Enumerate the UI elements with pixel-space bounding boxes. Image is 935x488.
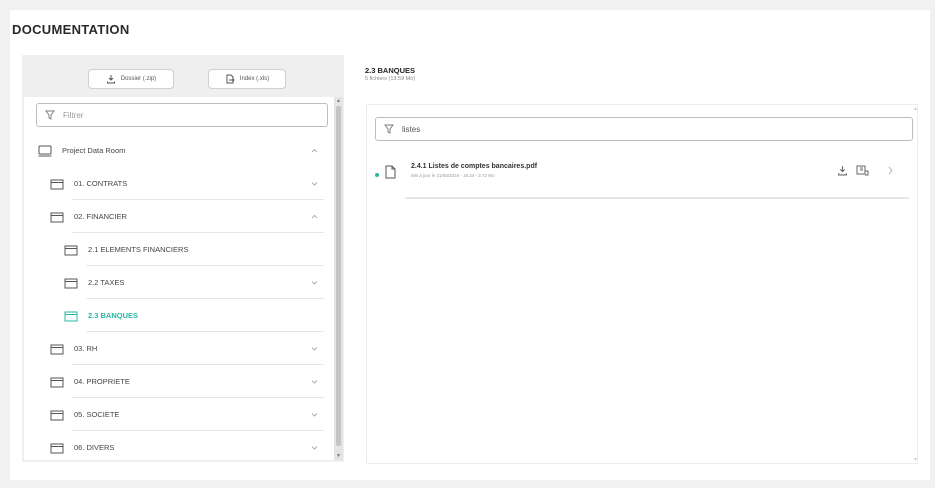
file-panel: listes 2.4.1 Listes de comptes bancaires… — [366, 104, 918, 464]
tree-item-label: 05. SOCIETE — [74, 410, 120, 419]
file-filter-value: listes — [402, 124, 421, 134]
folder-icon — [50, 443, 64, 453]
chevron-down-icon[interactable] — [311, 345, 318, 352]
folder-tree: Filtrer Project Data Room 01. CONTRATS 02… — [24, 97, 334, 460]
section-subtitle: 5 fichiers (13.59 Mo) — [365, 76, 416, 82]
tree-scrollbar[interactable]: ▲ ▼ — [334, 97, 343, 460]
tree-item[interactable]: 2.3 BANQUES — [64, 299, 324, 332]
left-panel: Dossier (.zip) Index (.xls) Filtrer Proj… — [22, 55, 344, 462]
tree-item[interactable]: 2.1 ELEMENTS FINANCIERS — [64, 233, 324, 266]
folder-icon — [64, 245, 78, 255]
tree-item[interactable]: 04. PROPRIETE — [50, 365, 324, 398]
file-name: 2.4.1 Listes de comptes bancaires.pdf — [411, 163, 538, 170]
file-row-divider — [405, 197, 909, 199]
folder-icon — [50, 377, 64, 387]
chevron-right-icon[interactable] — [887, 165, 894, 176]
tree-item-label: 2.3 BANQUES — [88, 311, 139, 320]
chevron-up-icon — [311, 148, 318, 153]
folder-icon — [50, 212, 64, 222]
tree-item-label: 06. DIVERS — [74, 443, 115, 452]
folder-icon — [50, 179, 64, 189]
folder-icon — [64, 278, 78, 288]
data-room-icon — [38, 145, 52, 156]
page-title: DOCUMENTATION — [12, 22, 130, 37]
folder-icon — [50, 344, 64, 354]
tree-filter-placeholder: Filtrer — [63, 110, 84, 120]
tree-filter-input[interactable]: Filtrer — [36, 103, 328, 127]
tree-item[interactable]: 02. FINANCIER — [50, 200, 324, 233]
download-index-label: Index (.xls) — [239, 76, 270, 82]
tree-item[interactable]: 06. DIVERS — [50, 431, 324, 460]
file-panel-scrollbar[interactable] — [913, 104, 918, 464]
file-meta: Mis à jour le 31/08/2018 - 16:34 - 2.72 … — [411, 173, 495, 178]
tree-item[interactable]: 01. CONTRATS — [50, 167, 324, 200]
chevron-up-icon[interactable] — [311, 213, 318, 220]
folder-icon — [64, 311, 78, 321]
chevron-down-icon[interactable] — [311, 378, 318, 385]
chevron-down-icon[interactable] — [311, 411, 318, 418]
scroll-thumb[interactable] — [336, 106, 341, 446]
chevron-down-icon[interactable] — [311, 444, 318, 451]
chevron-down-icon[interactable] — [311, 180, 318, 187]
download-index-button[interactable]: Index (.xls) — [208, 69, 286, 89]
document-icon — [385, 165, 396, 179]
tree-item-label: 04. PROPRIETE — [74, 377, 130, 386]
file-filter-input[interactable]: listes — [375, 117, 913, 141]
tree-item-label: 2.2 TAXES — [88, 278, 125, 287]
scroll-down-icon[interactable]: ▼ — [336, 453, 341, 459]
section-title: 2.3 BANQUES — [365, 66, 416, 75]
tree-item-label: 02. FINANCIER — [74, 212, 127, 221]
tree-item[interactable]: 03. RH — [50, 332, 324, 365]
file-row[interactable]: 2.4.1 Listes de comptes bancaires.pdf Mi… — [375, 157, 909, 199]
tree-item[interactable]: 05. SOCIETE — [50, 398, 324, 431]
tree-item-label: 03. RH — [74, 344, 98, 353]
download-icon[interactable] — [837, 165, 848, 176]
tree-item-label: 2.1 ELEMENTS FINANCIERS — [88, 245, 189, 254]
tree-root-label: Project Data Room — [62, 146, 126, 155]
new-file-indicator — [375, 173, 379, 177]
download-dossier-label: Dossier (.zip) — [120, 76, 157, 82]
tree-item[interactable]: 2.2 TAXES — [64, 266, 324, 299]
tree-root-item[interactable]: Project Data Room — [38, 134, 324, 167]
folder-icon — [50, 410, 64, 420]
chevron-down-icon[interactable] — [311, 279, 318, 286]
watermark-download-icon[interactable] — [856, 165, 869, 176]
download-dossier-button[interactable]: Dossier (.zip) — [88, 69, 174, 89]
filter-icon — [384, 124, 394, 134]
download-icon — [106, 75, 115, 84]
tree-item-label: 01. CONTRATS — [74, 179, 128, 188]
export-icon — [226, 74, 235, 84]
filter-icon — [45, 110, 55, 120]
scroll-up-icon[interactable]: ▲ — [336, 98, 341, 104]
